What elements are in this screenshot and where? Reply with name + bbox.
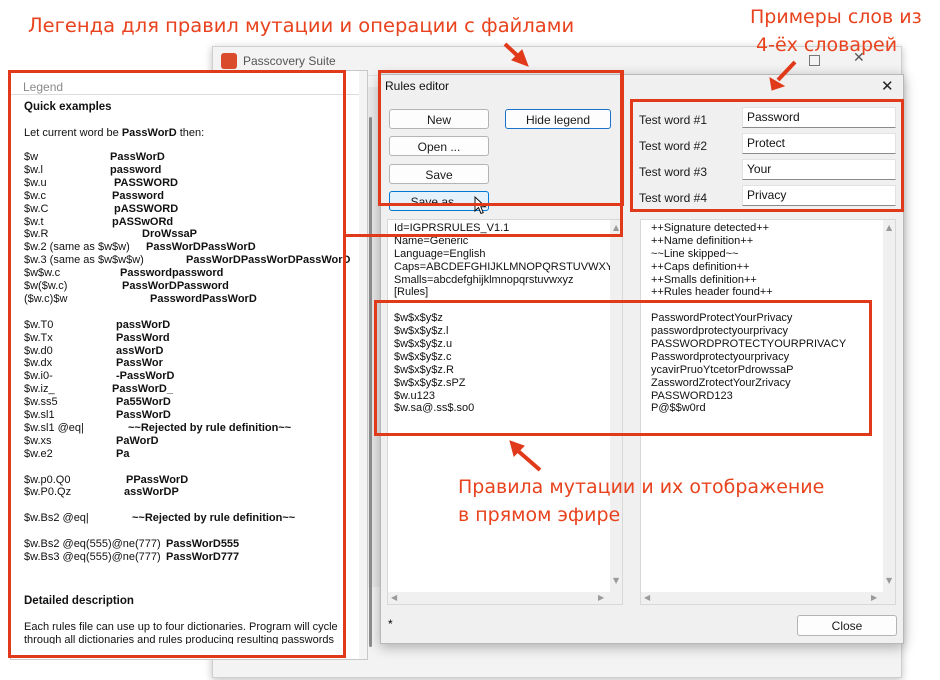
annotation-arrows — [503, 42, 797, 472]
